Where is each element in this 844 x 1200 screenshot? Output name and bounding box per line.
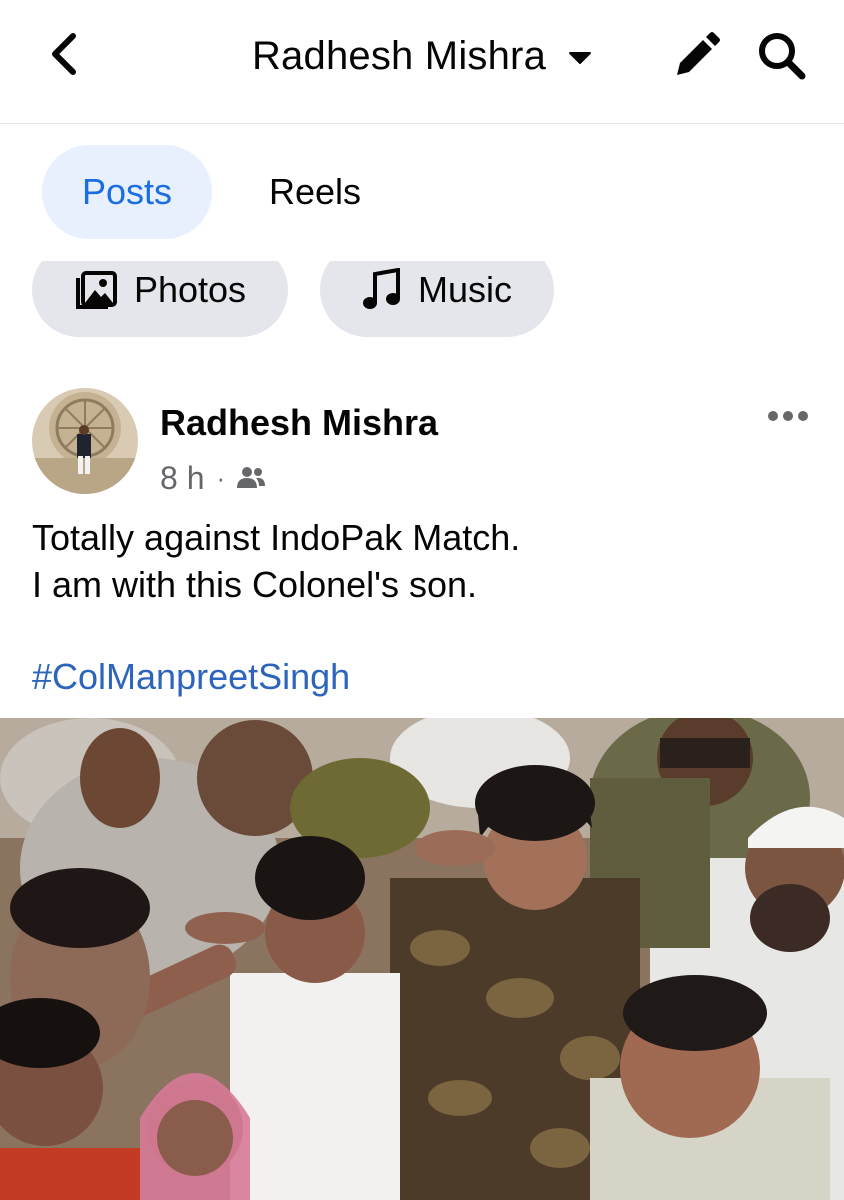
pencil-icon: [677, 32, 720, 75]
search-button[interactable]: [752, 28, 812, 84]
tab-posts[interactable]: Posts: [42, 145, 212, 239]
hashtag-link[interactable]: #ColManpreetSingh: [32, 656, 350, 698]
meta-separator: ·: [216, 462, 226, 493]
post-text-line: Totally against IndoPak Match.: [32, 517, 521, 558]
post-photo[interactable]: [0, 718, 844, 1200]
post-meta: 8 h ·: [160, 458, 267, 498]
tab-label: Reels: [268, 171, 362, 212]
top-bar: Radhesh Mishra: [0, 0, 844, 124]
edit-button[interactable]: [668, 28, 724, 84]
tab-reels[interactable]: Reels: [232, 145, 398, 239]
post-time: 8 h: [160, 459, 205, 496]
avatar[interactable]: [32, 388, 138, 494]
tab-label: Posts: [81, 171, 173, 212]
photos-icon: [74, 270, 118, 310]
search-icon: [759, 33, 806, 80]
more-options-button[interactable]: [762, 396, 814, 436]
post-author[interactable]: Radhesh Mishra: [160, 402, 438, 444]
post-text-line: I am with this Colonel's son.: [32, 564, 478, 605]
dot: [783, 411, 793, 421]
caret-down-icon: [569, 52, 592, 64]
chip-label: Music: [417, 269, 512, 310]
music-note-icon: [362, 268, 402, 312]
post-text: Totally against IndoPak Match. I am with…: [32, 514, 520, 608]
friends-icon: [237, 467, 266, 488]
filter-chips: Photos Music: [0, 261, 844, 341]
music-chip[interactable]: Music: [320, 261, 554, 337]
dot: [798, 411, 808, 421]
chip-label: Photos: [133, 269, 247, 310]
photos-chip[interactable]: Photos: [32, 261, 288, 337]
page-title: Radhesh Mishra: [251, 33, 547, 78]
dot: [768, 411, 778, 421]
